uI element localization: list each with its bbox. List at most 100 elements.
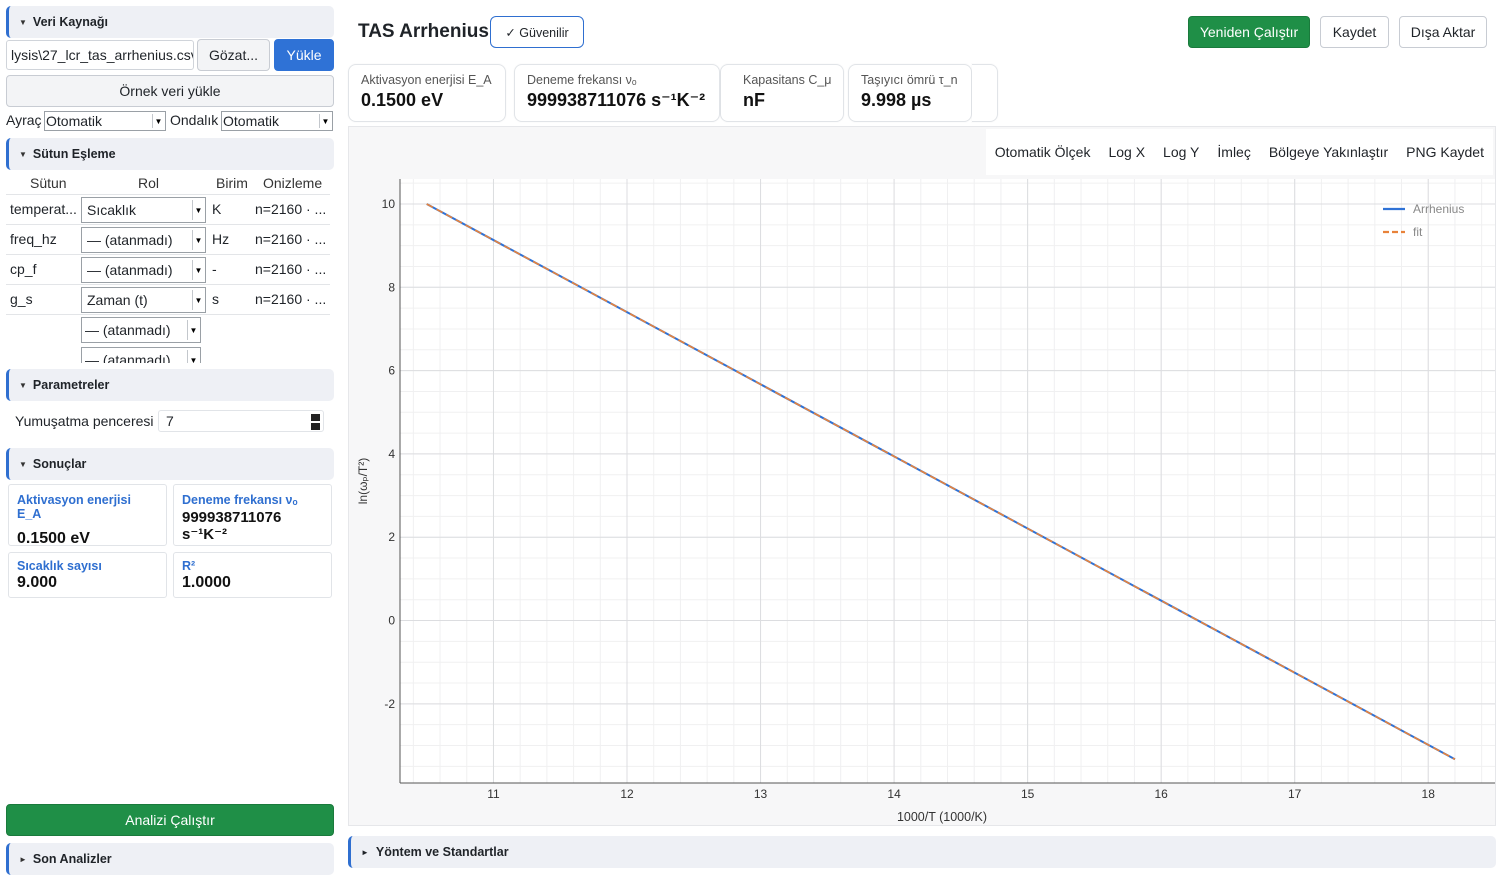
section-title: Sonuçlar <box>32 457 87 471</box>
mapping-role-select[interactable]: Sıcaklık ▼ <box>81 197 206 223</box>
row-divider <box>6 194 330 195</box>
section-results[interactable]: ▼ Sonuçlar <box>6 448 334 480</box>
collapse-icon: ▼ <box>19 459 27 469</box>
run-analysis-button[interactable]: Analizi Çalıştır <box>6 804 334 836</box>
metric-card: Kapasitans C_μ nF <box>720 64 844 122</box>
mapping-unit: - <box>212 261 217 277</box>
decimal-value: Otomatik <box>223 113 280 129</box>
expand-icon: ► <box>19 854 27 864</box>
mapping-role-select[interactable]: — (atanmadı) ▼ <box>81 317 201 343</box>
y-tick-label: -2 <box>384 697 395 711</box>
metric-card: Aktivasyon enerjisi E_A 0.1500 eV <box>348 64 506 122</box>
spin-up-icon[interactable] <box>311 414 320 421</box>
save-button[interactable]: Kaydet <box>1320 16 1389 48</box>
row-divider <box>6 314 330 315</box>
smoothing-spinbox[interactable]: 7 <box>158 410 324 432</box>
x-axis-label: 1000/T (1000/K) <box>897 810 987 824</box>
decimal-label: Ondalık <box>170 112 219 128</box>
mapping-preview: n=2160 · ... <box>255 201 327 217</box>
collapse-icon: ▼ <box>19 380 27 390</box>
mapping-unit: s <box>212 291 219 307</box>
metric-key: Deneme frekansı νₒ <box>527 73 637 87</box>
column-header-unit: Birim <box>216 175 248 191</box>
x-tick-label: 14 <box>887 787 901 801</box>
mapping-role-value: — (atanmadı) <box>87 262 173 278</box>
mapping-role-value: — (atanmadı) <box>87 232 173 248</box>
mapping-role-select[interactable]: — (atanmadı) ▼ <box>81 347 201 363</box>
reliability-badge[interactable]: ✓ Güvenilir <box>490 16 584 48</box>
rerun-button[interactable]: Yeniden Çalıştır <box>1188 16 1310 48</box>
x-tick-label: 12 <box>620 787 634 801</box>
x-tick-label: 18 <box>1422 787 1436 801</box>
section-recent-analyses[interactable]: ► Son Analizler <box>6 843 334 875</box>
export-button[interactable]: Dışa Aktar <box>1399 16 1487 48</box>
spin-down-icon[interactable] <box>311 423 320 430</box>
mapping-role-value: — (atanmadı) <box>85 352 171 363</box>
mapping-role-select[interactable]: Zaman (t) ▼ <box>81 287 206 313</box>
metric-key: Kapasitans C_μ <box>743 73 832 87</box>
mapping-preview: n=2160 · ... <box>255 231 327 247</box>
chevron-down-icon: ▼ <box>152 114 164 128</box>
decimal-select[interactable]: Otomatik ▼ <box>221 111 333 131</box>
collapse-icon: ▼ <box>19 149 27 159</box>
smoothing-label: Yumuşatma penceresi <box>15 413 154 429</box>
row-divider <box>6 284 330 285</box>
mapping-unit: Hz <box>212 231 230 247</box>
y-tick-label: 10 <box>382 197 396 211</box>
chevron-down-icon: ▼ <box>319 114 331 128</box>
smoothing-value: 7 <box>166 413 174 429</box>
row-divider <box>6 254 330 255</box>
metric-key: Taşıyıcı ömrü τ_n <box>861 73 958 87</box>
mapping-column-name: cp_f <box>10 261 37 277</box>
plot-area[interactable]: Otomatik Ölçek Log X Log Y İmleç Bölgeye… <box>348 126 1496 826</box>
chevron-down-icon: ▼ <box>187 350 199 363</box>
y-axis-label: ln(ωₚ/T²) <box>356 458 370 505</box>
metric-value: 999938711076 s⁻¹K⁻² <box>527 90 706 110</box>
section-parameters[interactable]: ▼ Parametreler <box>6 369 334 401</box>
column-header-preview: Onizleme <box>263 175 323 191</box>
separator-select[interactable]: Otomatik ▼ <box>44 111 166 131</box>
section-title: Sütun Eşleme <box>32 147 116 161</box>
mapping-role-select[interactable]: — (atanmadı) ▼ <box>81 257 206 283</box>
x-tick-label: 16 <box>1154 787 1168 801</box>
y-tick-label: 0 <box>388 614 395 628</box>
chevron-down-icon: ▼ <box>187 320 199 340</box>
mapping-role-value: Zaman (t) <box>87 292 148 308</box>
x-tick-label: 15 <box>1021 787 1035 801</box>
file-path-input[interactable]: lysis\27_lcr_tas_arrhenius.csv <box>6 40 194 70</box>
metric-value: 0.1500 eV <box>361 90 444 110</box>
result-value: 0.1500 eV <box>17 530 90 546</box>
file-path-value: lysis\27_lcr_tas_arrhenius.csv <box>11 47 194 63</box>
result-value: 999938711076 s⁻¹K⁻² <box>182 509 282 543</box>
result-value: 9.000 <box>17 574 58 591</box>
section-data-source[interactable]: ▼ Veri Kaynağı <box>6 6 334 38</box>
y-tick-label: 6 <box>388 364 395 378</box>
result-key: Sıcaklık sayısı <box>17 559 102 573</box>
mapping-preview: n=2160 · ... <box>255 291 327 307</box>
section-column-mapping[interactable]: ▼ Sütun Eşleme <box>6 138 334 170</box>
result-value: 1.0000 <box>182 574 231 591</box>
separator-value: Otomatik <box>46 113 103 129</box>
mapping-scroll-clip: — (atanmadı) ▼ <box>6 346 334 363</box>
result-key: Aktivasyon enerjisi E_A <box>17 493 131 521</box>
chevron-down-icon: ▼ <box>192 260 204 280</box>
metric-card-clipped <box>972 64 998 122</box>
mapping-column-name: freq_hz <box>10 231 57 247</box>
result-card-temp-count: Sıcaklık sayısı 9.000 <box>8 552 167 598</box>
chevron-down-icon: ▼ <box>192 200 204 220</box>
mapping-unit: K <box>212 201 222 217</box>
section-methods-standards[interactable]: ► Yöntem ve Standartlar <box>348 836 1496 868</box>
result-card-activation: Aktivasyon enerjisi E_A 0.1500 eV <box>8 484 167 546</box>
metric-value: nF <box>743 90 765 110</box>
load-button[interactable]: Yükle <box>274 39 334 71</box>
mapping-role-select[interactable]: — (atanmadı) ▼ <box>81 227 206 253</box>
load-sample-button[interactable]: Örnek veri yükle <box>6 75 334 107</box>
section-title: Yöntem ve Standartlar <box>375 845 509 859</box>
separator-label: Ayraç <box>6 112 42 128</box>
legend-label: Arrhenius <box>1413 202 1464 216</box>
sidebar: ▼ Veri Kaynağı lysis\27_lcr_tas_arrheniu… <box>0 0 340 881</box>
browse-button[interactable]: Gözat... <box>197 39 270 71</box>
metric-card: Taşıyıcı ömrü τ_n 9.998 µs <box>848 64 972 122</box>
mapping-role-value: Sıcaklık <box>87 202 137 218</box>
section-title: Son Analizler <box>32 852 112 866</box>
